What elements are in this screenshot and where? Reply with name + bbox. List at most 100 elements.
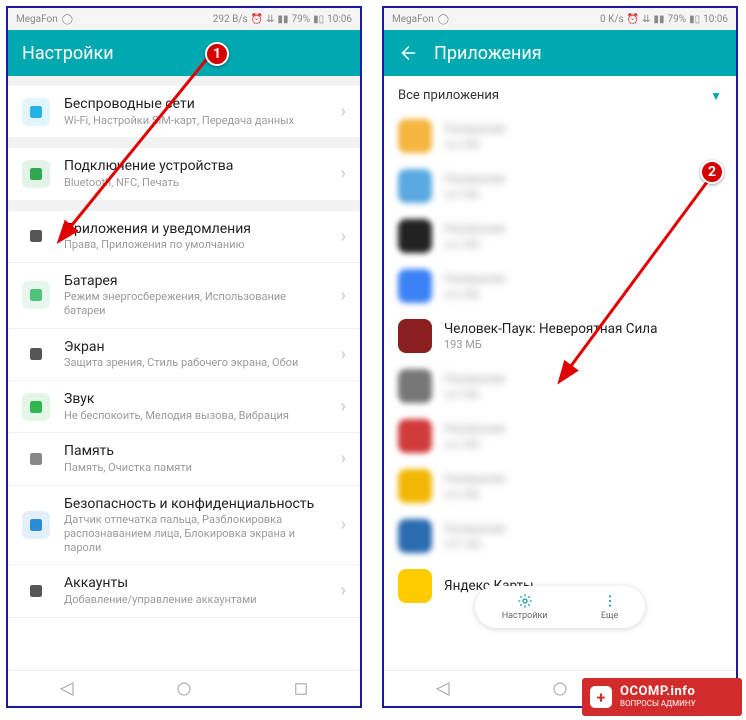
wifi-icon: ⇊ [266, 14, 274, 25]
settings-row[interactable]: ЭкранЗащита зрения, Стиль рабочего экран… [8, 329, 360, 381]
app-icon [398, 519, 432, 553]
app-sub: xxx МБ [444, 438, 722, 451]
carrier-ring-icon: ◯ [438, 14, 449, 25]
nav-back-icon[interactable] [434, 680, 452, 698]
nav-back-icon[interactable] [58, 680, 76, 698]
app-row[interactable]: Названиеxxx МБ [384, 111, 736, 161]
settings-row-icon [22, 281, 50, 309]
settings-row-title: Аккаунты [64, 575, 327, 593]
battery-pct: 79% [668, 14, 687, 25]
app-title: Название [444, 271, 722, 287]
apps-list[interactable]: Все приложения ▼ Названиеxxx МБНазваниеx… [384, 76, 736, 670]
app-icon [398, 169, 432, 203]
watermark-title: OCOMP.info [620, 685, 696, 699]
app-title: Человек-Паук: Невероятная Сила [444, 321, 722, 337]
float-more-button[interactable]: Еще [601, 593, 618, 621]
settings-row-sub: Память, Очистка памяти [64, 461, 327, 475]
settings-row[interactable]: АккаунтыДобавление/управление аккаунтами… [8, 565, 360, 617]
app-icon [398, 469, 432, 503]
float-settings-button[interactable]: Настройки [502, 593, 548, 621]
app-sub: xxx МБ [444, 238, 722, 251]
status-bar: MegaFon ◯ 0 K/s ⏰ ⇊ ▮▮ 79% ▮▯ 10:06 [384, 8, 736, 30]
settings-row-sub: Права, Приложения по умолчанию [64, 238, 327, 252]
settings-row[interactable]: БатареяРежим энергосбережения, Использов… [8, 263, 360, 329]
app-sub: xxx МБ [444, 188, 722, 201]
settings-row-title: Беспроводные сети [64, 96, 327, 114]
app-title: Название [444, 221, 722, 237]
carrier-label: MegaFon [392, 14, 434, 25]
app-icon [398, 369, 432, 403]
settings-list[interactable]: Беспроводные сетиWi-Fi, Настройки SIM-ка… [8, 76, 360, 670]
battery-icon: ▮▯ [689, 14, 700, 25]
dropdown-icon: ▼ [710, 89, 722, 103]
speed-label: 0 K/s [600, 14, 624, 25]
nav-home-icon[interactable] [175, 680, 193, 698]
app-sub: xxx МБ [444, 488, 722, 501]
settings-row[interactable]: Приложения и уведомленияПрава, Приложени… [8, 211, 360, 263]
chevron-right-icon: › [341, 344, 346, 365]
settings-row-icon [22, 222, 50, 250]
more-icon [602, 593, 618, 609]
watermark-sub: ВОПРОСЫ АДМИНУ [620, 700, 696, 709]
settings-row-icon [22, 160, 50, 188]
signal-icon: ▮▮ [653, 14, 664, 25]
settings-row[interactable]: Безопасность и конфиденциальностьДатчик … [8, 486, 360, 566]
app-icon [398, 419, 432, 453]
app-sub: xxx МБ [444, 288, 722, 301]
wifi-icon: ⇊ [642, 14, 650, 25]
plus-icon: + [590, 686, 612, 708]
app-row[interactable]: Человек-Паук: Невероятная Сила193 МБ [384, 311, 736, 361]
clock-label: 10:06 [703, 14, 728, 25]
settings-row[interactable]: Беспроводные сетиWi-Fi, Настройки SIM-ка… [8, 86, 360, 138]
carrier-label: MegaFon [16, 14, 58, 25]
app-row[interactable]: Названиеxxx МБ [384, 361, 736, 411]
alarm-icon: ⏰ [627, 14, 639, 25]
app-icon [398, 269, 432, 303]
app-row[interactable]: Название231 МБ [384, 511, 736, 561]
app-icon [398, 569, 432, 603]
page-title: Приложения [434, 43, 542, 64]
app-row[interactable]: Названиеxxx МБ [384, 411, 736, 461]
watermark: + OCOMP.info ВОПРОСЫ АДМИНУ [582, 678, 742, 716]
battery-icon: ▮▯ [313, 14, 324, 25]
settings-row-sub: Добавление/управление аккаунтами [64, 593, 327, 607]
app-title: Название [444, 371, 722, 387]
settings-row[interactable]: ЗвукНе беспокоить, Мелодия вызова, Вибра… [8, 381, 360, 433]
settings-row[interactable]: ПамятьПамять, Очистка памяти › [8, 433, 360, 485]
apps-filter-dropdown[interactable]: Все приложения ▼ [384, 76, 736, 111]
settings-row-sub: Bluetooth, NFC, Печать [64, 176, 327, 190]
phone-settings: MegaFon ◯ 292 B/s ⏰ ⇊ ▮▮ 79% ▮▯ 10:06 На… [6, 6, 362, 708]
settings-row-icon [22, 577, 50, 605]
app-icon [398, 119, 432, 153]
signal-icon: ▮▮ [277, 14, 288, 25]
app-sub: xxx МБ [444, 138, 722, 151]
settings-row-title: Безопасность и конфиденциальность [64, 496, 327, 514]
settings-row-icon [22, 340, 50, 368]
settings-row[interactable]: Подключение устройстваBluetooth, NFC, Пе… [8, 148, 360, 200]
settings-row-title: Память [64, 443, 327, 461]
app-row[interactable]: Названиеxxx МБ [384, 211, 736, 261]
float-more-label: Еще [601, 611, 618, 621]
settings-row-sub: Не беспокоить, Мелодия вызова, Вибрация [64, 409, 327, 423]
app-row[interactable]: Названиеxxx МБ [384, 261, 736, 311]
chevron-right-icon: › [341, 101, 346, 122]
settings-row-icon [22, 393, 50, 421]
back-icon[interactable] [398, 44, 416, 62]
app-title: Название [444, 121, 722, 137]
settings-row-title: Звук [64, 391, 327, 409]
chevron-right-icon: › [341, 448, 346, 469]
app-sub: 231 МБ [444, 538, 722, 551]
app-title: Название [444, 421, 722, 437]
nav-home-icon[interactable] [551, 680, 569, 698]
nav-recents-icon[interactable] [292, 680, 310, 698]
clock-label: 10:06 [327, 14, 352, 25]
app-row[interactable]: Названиеxxx МБ [384, 161, 736, 211]
settings-row-sub: Wi-Fi, Настройки SIM-карт, Передача данн… [64, 114, 327, 128]
settings-row-icon [22, 511, 50, 539]
android-navbar [8, 670, 360, 706]
app-sub: xxx МБ [444, 388, 722, 401]
app-row[interactable]: Названиеxxx МБ [384, 461, 736, 511]
settings-row-icon [22, 98, 50, 126]
settings-row-icon [22, 445, 50, 473]
annotation-marker-2: 2 [700, 160, 724, 184]
